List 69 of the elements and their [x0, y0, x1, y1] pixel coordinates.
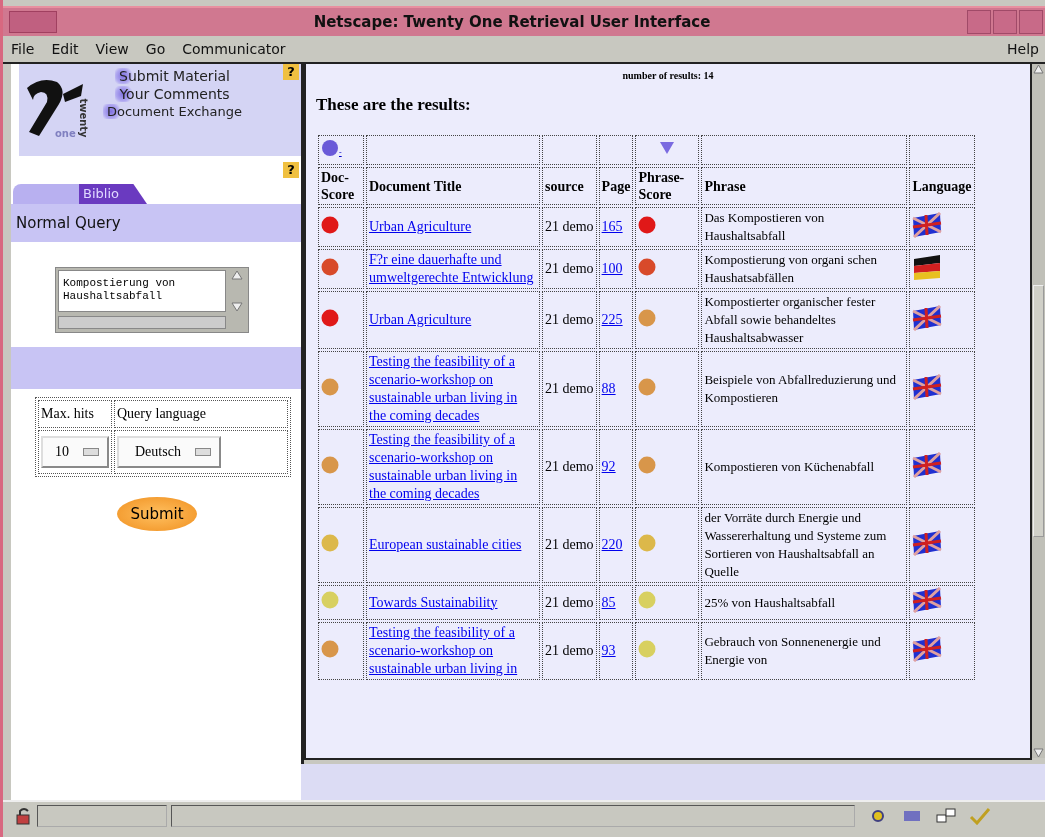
column-header: Phrase-Score	[635, 167, 700, 205]
nav-link[interactable]: Document Exchange	[103, 104, 242, 119]
page-link[interactable]: 92	[601, 458, 631, 476]
scroll-down-icon[interactable]	[1032, 748, 1045, 758]
table-cell: 21 demo	[542, 249, 597, 289]
sort-down-icon[interactable]	[659, 140, 676, 155]
nav-link[interactable]: Your Comments	[115, 86, 230, 102]
table-cell: Das Kompostieren von Haushaltsabfall	[701, 207, 908, 247]
submit-button[interactable]: Submit	[117, 497, 197, 531]
table-cell: 21 demo	[542, 291, 597, 349]
menu-item[interactable]: Help	[1007, 41, 1039, 57]
horizontal-scrollbar[interactable]	[58, 316, 226, 329]
table-cell: 21 demo	[542, 429, 597, 505]
menu-item[interactable]: View	[95, 41, 129, 57]
column-header: Language	[909, 167, 975, 205]
sort-ball-icon[interactable]	[321, 138, 339, 157]
table-cell: 21 demo	[542, 585, 597, 620]
flag-icon	[912, 373, 943, 400]
flag-icon	[912, 529, 943, 556]
option-label: Max. hits	[38, 400, 112, 428]
table-cell: Kompostieren von Küchenabfall	[701, 429, 908, 505]
table-cell: 21 demo	[542, 207, 597, 247]
help-badge[interactable]: ?	[283, 64, 299, 80]
tab[interactable]: Biblio	[79, 184, 147, 204]
table-cell: 21 demo	[542, 622, 597, 680]
page-link[interactable]: 220	[601, 536, 631, 554]
flag-icon	[912, 253, 943, 280]
flag-icon	[912, 451, 943, 478]
nav-link[interactable]: Submit Material	[115, 68, 230, 84]
table-cell: Beispiele von Abfallreduzierung und Kompostieren	[701, 351, 908, 427]
table-cell: Kompostierung von organi schen Haushatsabfällen	[701, 249, 908, 289]
menu-item[interactable]: Edit	[51, 41, 79, 57]
column-header: Phrase	[701, 167, 908, 205]
max-hits-dropdown[interactable]: 10	[41, 436, 109, 468]
menu-item[interactable]: File	[11, 41, 35, 57]
column-header: Page	[598, 167, 634, 205]
menu-item[interactable]: Communicator	[182, 41, 286, 57]
scroll-down-icon[interactable]	[230, 302, 244, 312]
results-heading: These are the results:	[316, 95, 472, 115]
scroll-up-icon[interactable]	[1032, 64, 1045, 74]
table-cell: 21 demo	[542, 351, 597, 427]
flag-icon	[912, 635, 943, 662]
sort-link[interactable]: -	[339, 147, 342, 157]
flag-icon	[912, 211, 943, 238]
lock-icon[interactable]	[15, 807, 33, 825]
table-cell: 25% von Haushaltsabfall	[701, 585, 908, 620]
table-cell: 21 demo	[542, 507, 597, 583]
section-title: Normal Query	[15, 214, 121, 232]
table-cell: der Vorräte durch Energie und Wassererhaltung und Systeme zum Sortieren von Haushaltsabfall an Quelle	[701, 507, 908, 583]
query-field[interactable]: Kompostierung von Haushaltsabfall	[55, 267, 249, 333]
logo-text: twenty	[76, 98, 89, 138]
scrollbar[interactable]	[1032, 64, 1045, 758]
column-header: source	[542, 167, 597, 205]
table-cell: Kompostierter organischer fester Abfall sowie behandeltes Haushaltsabwasser	[701, 291, 908, 349]
chat-icon[interactable]	[935, 807, 957, 825]
table-cell: Gebrauch von Sonnenenergie und Energie von	[701, 622, 908, 680]
help-badge[interactable]: ?	[283, 162, 299, 178]
logo-text: one	[55, 128, 76, 139]
option-label: Query language	[114, 400, 288, 428]
page-link[interactable]: 88	[601, 380, 631, 398]
scroll-up-icon[interactable]	[230, 270, 244, 280]
language-dropdown[interactable]: Deutsch	[117, 436, 221, 468]
window-title: Netscape: Twenty One Retrieval User Interface	[312, 13, 712, 31]
column-header: Doc-Score	[318, 167, 364, 205]
result-count: number of results: 14	[621, 69, 715, 81]
flag-icon	[912, 587, 943, 613]
flag-icon	[912, 304, 943, 331]
menu-item[interactable]: Go	[145, 41, 166, 57]
column-header: Document Title	[366, 167, 540, 205]
